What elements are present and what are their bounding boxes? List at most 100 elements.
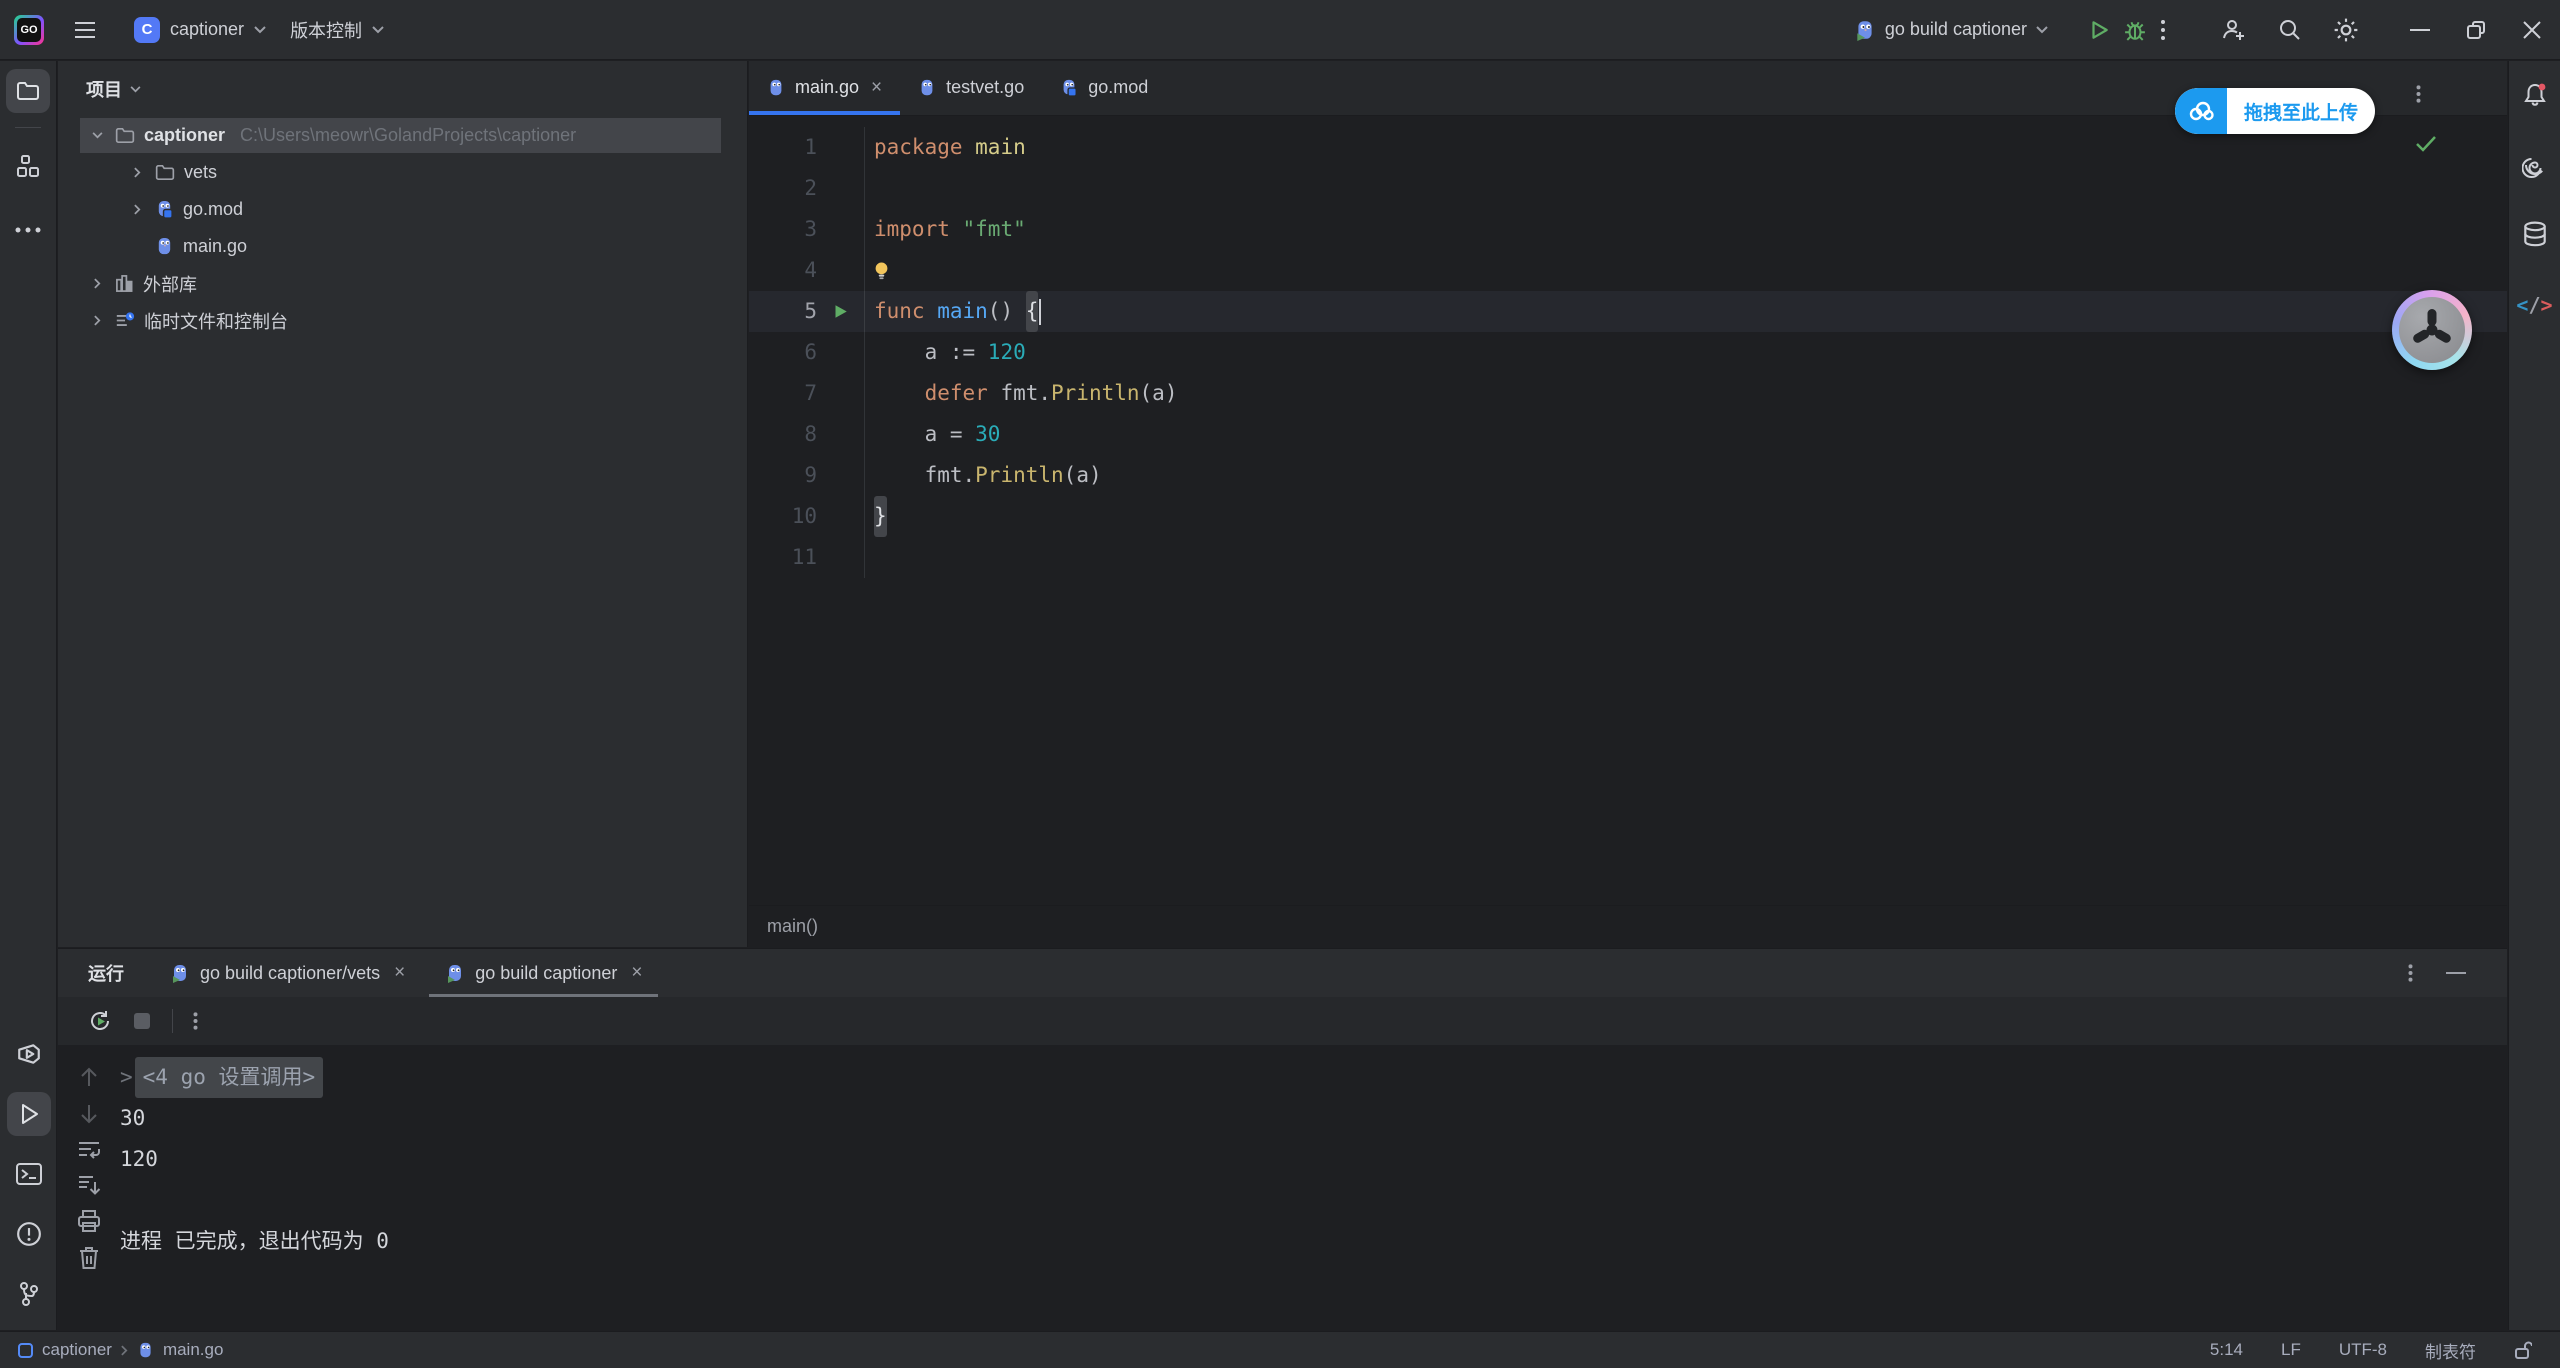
run-line-icon[interactable] (817, 291, 865, 332)
services-tool-window-button[interactable] (7, 1032, 51, 1076)
close-tab-icon[interactable]: × (631, 962, 642, 984)
run-panel-title[interactable]: 运行 (58, 960, 150, 986)
breadcrumb[interactable]: main() (767, 916, 818, 937)
code-line[interactable]: 2 (749, 168, 2507, 209)
notifications-button[interactable] (2513, 73, 2557, 117)
vcs-widget[interactable]: 版本控制 (278, 8, 396, 52)
database-button[interactable] (2513, 213, 2557, 257)
inspections-ok-icon[interactable] (2415, 135, 2437, 153)
editor-body[interactable]: 1package main23import "fmt"45func main()… (749, 117, 2507, 905)
code-line[interactable]: 11 (749, 537, 2507, 578)
library-icon (115, 274, 134, 293)
stripe-divider (15, 127, 41, 128)
project-tool-window-button[interactable] (6, 69, 50, 113)
status-breadcrumb[interactable]: captioner main.go (0, 1340, 223, 1360)
tab-go-mod[interactable]: go.mod (1042, 60, 1166, 115)
upload-overlay-label: 拖拽至此上传 (2227, 98, 2375, 125)
tree-item-vets[interactable]: vets (58, 154, 747, 191)
chevron-right-icon[interactable] (128, 204, 146, 215)
scroll-to-end-button[interactable] (77, 1174, 101, 1196)
ai-assistant-button[interactable] (2513, 143, 2557, 187)
netdisk-upload-overlay[interactable]: 拖拽至此上传 (2175, 88, 2375, 134)
unlock-icon[interactable] (2514, 1340, 2532, 1360)
terminal-tool-window-button[interactable] (7, 1152, 51, 1196)
code-line-text: } (865, 496, 887, 537)
debug-button[interactable] (2124, 19, 2146, 41)
rerun-button[interactable] (88, 1009, 112, 1033)
code-line[interactable]: 3import "fmt" (749, 209, 2507, 250)
services-icon (16, 1041, 42, 1067)
code-line[interactable]: 5func main() { (749, 291, 2507, 332)
clear-console-button[interactable] (78, 1246, 100, 1270)
code-line[interactable]: 7 defer fmt.Println(a) (749, 373, 2507, 414)
hide-panel-button[interactable] (2433, 972, 2479, 974)
chevron-right-icon[interactable] (128, 167, 146, 178)
tree-item-captioner-root[interactable]: captioner C:\Users\meowr\GolandProjects\… (58, 117, 747, 154)
restore-button[interactable] (2448, 0, 2504, 59)
run-button[interactable] (2088, 19, 2110, 41)
breadcrumbs-bar[interactable]: main() (749, 905, 2507, 947)
status-file-name[interactable]: main.go (163, 1340, 223, 1360)
project-panel-header[interactable]: 项目 (58, 61, 747, 117)
code-line[interactable]: 4 (749, 250, 2507, 291)
more-tool-windows-button[interactable] (6, 208, 50, 252)
chevron-right-icon[interactable] (88, 278, 106, 289)
run-tool-window-button[interactable] (7, 1092, 51, 1136)
close-window-button[interactable] (2504, 0, 2560, 59)
chevron-down-icon[interactable] (88, 132, 106, 139)
tree-item-maingo[interactable]: main.go (58, 228, 747, 265)
tab-testvet-go[interactable]: testvet.go (900, 60, 1042, 115)
assistant-floating-bubble[interactable] (2392, 290, 2472, 370)
collapsed-command-chip[interactable]: <4 go 设置调用> (135, 1057, 324, 1098)
print-button[interactable] (77, 1209, 101, 1233)
stop-button[interactable] (132, 1011, 152, 1031)
right-tool-stripe: </> (2508, 61, 2560, 1330)
console-line: 30 (120, 1098, 2507, 1139)
code-line[interactable]: 8 a = 30 (749, 414, 2507, 455)
search-everywhere-button[interactable] (2262, 0, 2318, 59)
caret-position-widget[interactable]: 5:14 (2210, 1340, 2243, 1360)
vcs-widget-label: 版本控制 (290, 17, 362, 43)
encoding-widget[interactable]: UTF-8 (2339, 1340, 2387, 1360)
code-line-text: fmt.Println(a) (865, 455, 1102, 496)
line-separator-widget[interactable]: LF (2281, 1340, 2301, 1360)
tree-item-external-libraries[interactable]: 外部库 (58, 265, 747, 302)
line-number: 9 (749, 455, 817, 496)
chevron-right-icon[interactable] (88, 315, 106, 326)
project-widget[interactable]: C captioner (122, 8, 278, 52)
git-tool-window-button[interactable] (7, 1272, 51, 1316)
down-arrow-button[interactable] (78, 1102, 100, 1126)
gutter-icon-cell (817, 209, 865, 250)
run-configuration-selector[interactable]: go build captioner (1854, 19, 2048, 41)
line-number: 2 (749, 168, 817, 209)
status-project-name[interactable]: captioner (42, 1340, 112, 1360)
run-tab-label: go build captioner/vets (200, 963, 380, 984)
minimize-button[interactable] (2392, 0, 2448, 59)
indent-widget[interactable]: 制表符 (2425, 1338, 2476, 1363)
more-actions-button[interactable] (2160, 18, 2166, 42)
endpoints-button[interactable]: </> (2513, 283, 2557, 327)
up-arrow-button[interactable] (78, 1065, 100, 1089)
code-line[interactable]: 10} (749, 496, 2507, 537)
code-line-text: package main (865, 127, 1026, 168)
code-line[interactable]: 6 a := 120 (749, 332, 2507, 373)
run-tab-captioner-vets[interactable]: go build captioner/vets × (150, 949, 425, 997)
problems-tool-window-button[interactable] (7, 1212, 51, 1256)
run-panel-more-button[interactable] (2387, 962, 2433, 984)
code-line[interactable]: 9 fmt.Println(a) (749, 455, 2507, 496)
main-menu-button[interactable] (62, 8, 108, 52)
tree-item-gomod[interactable]: go.mod (58, 191, 747, 228)
settings-button[interactable] (2318, 0, 2374, 59)
console-more-button[interactable] (193, 1010, 198, 1032)
tab-main-go[interactable]: main.go × (749, 60, 900, 115)
console-output[interactable]: ><4 go 设置调用>30120进程 已完成，退出代码为 0 (120, 1045, 2507, 1330)
fold-marker[interactable]: > (120, 1057, 133, 1098)
tree-item-scratches[interactable]: 临时文件和控制台 (58, 302, 747, 339)
structure-tool-window-button[interactable] (6, 144, 50, 188)
editor-options-button[interactable] (2416, 83, 2421, 105)
run-tab-captioner[interactable]: go build captioner × (425, 949, 662, 997)
code-with-me-button[interactable] (2206, 0, 2262, 59)
close-tab-icon[interactable]: × (394, 962, 405, 984)
close-tab-icon[interactable]: × (871, 77, 882, 99)
soft-wrap-button[interactable] (77, 1139, 101, 1161)
